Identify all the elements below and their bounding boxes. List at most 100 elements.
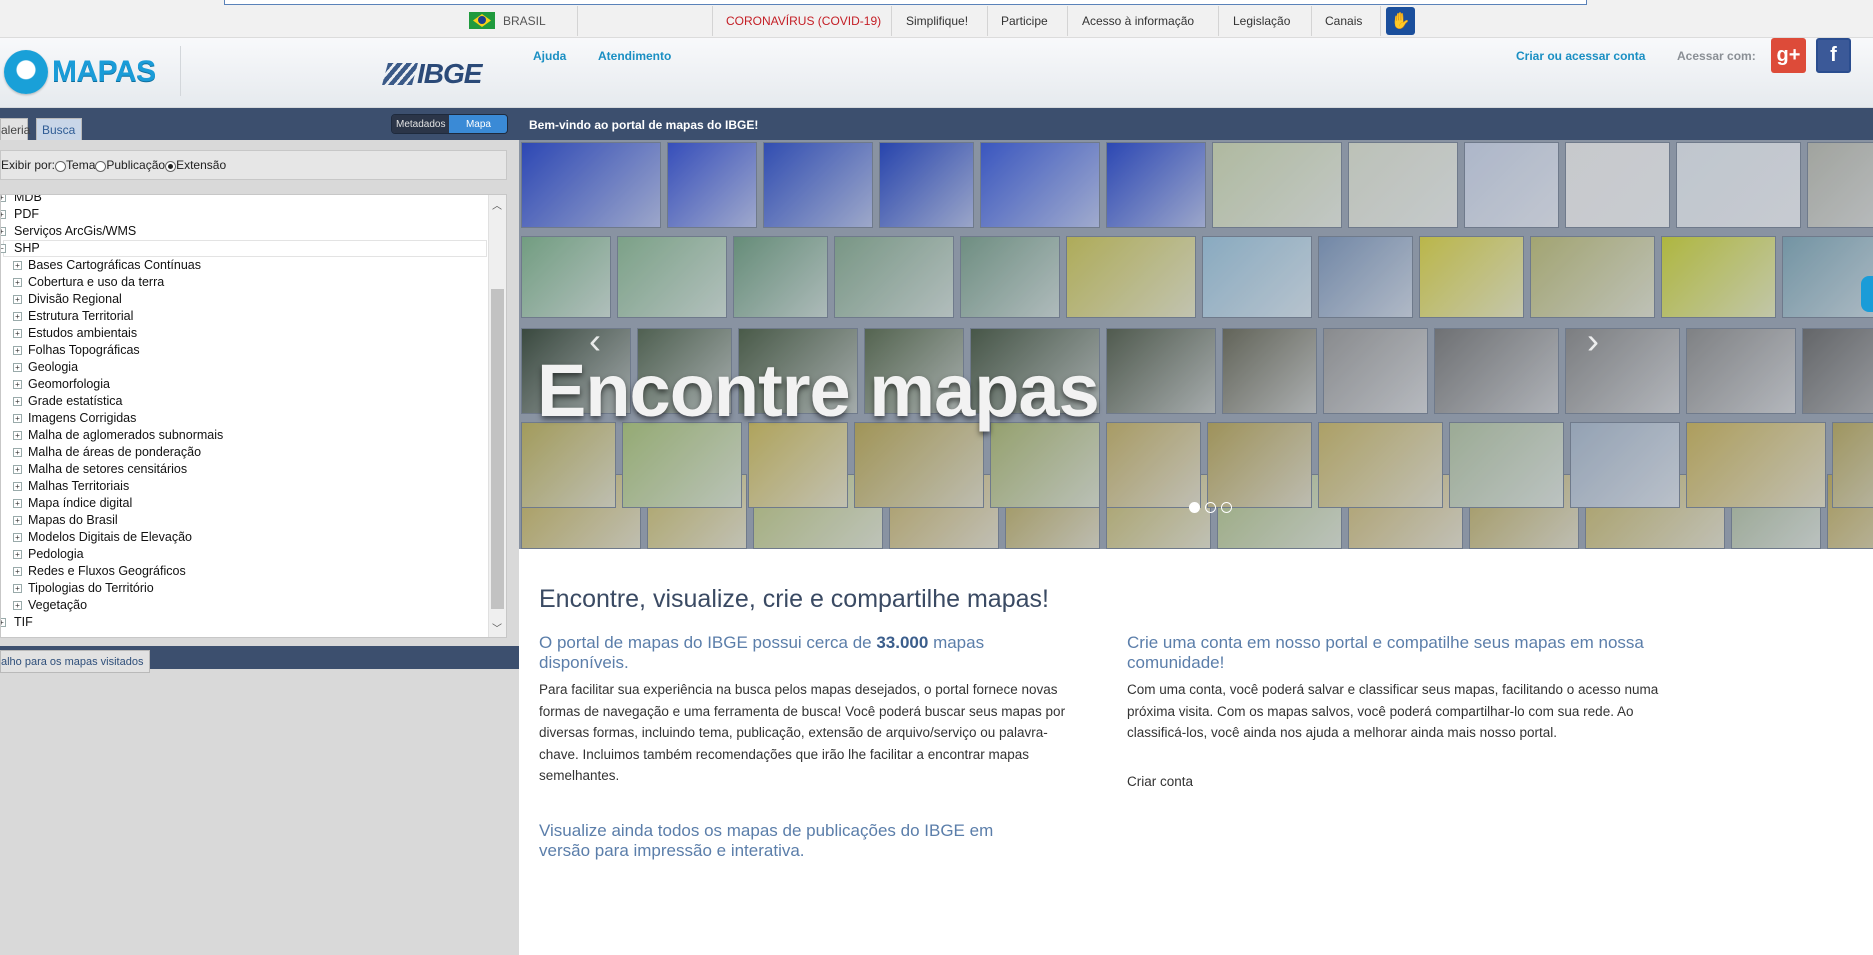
covid-link[interactable]: CORONAVÍRUS (COVID-19) <box>726 14 881 28</box>
tree-item-top[interactable]: −SHP <box>1 240 40 257</box>
tree-item-child[interactable]: + Imagens Corrigidas <box>13 410 136 427</box>
tree-item-top[interactable]: + PDF <box>1 206 39 223</box>
carousel-dot[interactable] <box>1221 502 1232 513</box>
tree-item-top[interactable]: + Serviços ArcGis/WMS <box>1 223 136 240</box>
ibge-logo[interactable]: IBGE <box>382 58 482 90</box>
side-feedback-tab[interactable] <box>1861 276 1873 312</box>
expand-icon[interactable]: + <box>13 516 22 525</box>
simplifique-link[interactable]: Simplifique! <box>906 14 968 28</box>
tree-item-child[interactable]: + Mapas do Brasil <box>13 512 118 529</box>
facebook-button[interactable]: f <box>1816 38 1851 73</box>
tree-item-child[interactable]: + Estrutura Territorial <box>13 308 133 325</box>
expand-icon[interactable]: + <box>13 431 22 440</box>
mapa-toggle[interactable]: Mapa <box>449 115 508 133</box>
carousel-dot[interactable] <box>1205 502 1216 513</box>
carousel-indicators <box>1189 502 1232 513</box>
legislacao-link[interactable]: Legislação <box>1233 14 1290 28</box>
expand-icon[interactable]: + <box>13 567 22 576</box>
tree-item-top[interactable]: + MDB <box>1 195 42 206</box>
help-link[interactable]: Ajuda <box>533 49 566 63</box>
tree-item-child[interactable]: + Malha de áreas de ponderação <box>13 444 201 461</box>
intro-content: Encontre, visualize, crie e compartilhe … <box>519 549 1873 955</box>
canais-link[interactable]: Canais <box>1325 14 1362 28</box>
carousel-next-icon[interactable]: › <box>1587 320 1599 362</box>
expand-icon[interactable]: + <box>1 618 6 627</box>
radio-publicacao[interactable] <box>95 160 107 172</box>
tree-item-child[interactable]: + Vegetação <box>13 597 87 614</box>
tree-item-child[interactable]: + Malha de setores censitários <box>13 461 187 478</box>
tree-item-child[interactable]: + Estudos ambientais <box>13 325 137 342</box>
radio-extensao-label[interactable]: Extensão <box>176 158 226 172</box>
tree-item-child[interactable]: + Folhas Topográficas <box>13 342 140 359</box>
accessibility-icon[interactable]: ✋ <box>1386 7 1415 35</box>
expand-icon[interactable]: + <box>1 227 6 236</box>
expand-icon[interactable]: + <box>13 414 22 423</box>
carousel-prev-icon[interactable]: ‹ <box>589 320 601 362</box>
scroll-up-icon[interactable]: ︿ <box>492 197 502 212</box>
expand-icon[interactable]: + <box>13 584 22 593</box>
tree-item-child[interactable]: + Cobertura e uso da terra <box>13 274 164 291</box>
radio-tema-label[interactable]: Tema <box>66 158 95 172</box>
create-account-button[interactable]: Criar conta <box>1127 774 1193 789</box>
expand-icon[interactable]: + <box>13 363 22 372</box>
acesso-informacao-link[interactable]: Acesso à informação <box>1082 14 1194 28</box>
tree-item-child[interactable]: + Mapa índice digital <box>13 495 132 512</box>
expand-icon[interactable]: + <box>13 397 22 406</box>
tree-item-child[interactable]: + Bases Cartográficas Contínuas <box>13 257 201 274</box>
tree-item-child[interactable]: + Malha de aglomerados subnormais <box>13 427 223 444</box>
tree-item-child[interactable]: + Geomorfologia <box>13 376 110 393</box>
expand-icon[interactable]: + <box>13 601 22 610</box>
brasil-link[interactable]: BRASIL <box>469 12 546 29</box>
tree-item-label: Bases Cartográficas Contínuas <box>28 258 202 272</box>
tree-item-child[interactable]: + Modelos Digitais de Elevação <box>13 529 192 546</box>
expand-icon[interactable]: + <box>13 499 22 508</box>
metadados-toggle[interactable]: Metadados <box>392 115 450 133</box>
expand-icon[interactable]: + <box>13 448 22 457</box>
tree-item-top[interactable]: + TIF <box>1 614 33 631</box>
scroll-down-icon[interactable]: ﹀ <box>492 620 502 635</box>
expand-icon[interactable]: + <box>13 278 22 287</box>
expand-icon[interactable]: + <box>13 329 22 338</box>
radio-extensao[interactable] <box>165 160 177 172</box>
tree-item-child[interactable]: + Redes e Fluxos Geográficos <box>13 563 186 580</box>
expand-icon[interactable]: + <box>13 533 22 542</box>
tree-scrollbar[interactable]: ︿ ﹀ <box>488 195 506 637</box>
create-account-heading: Crie uma conta em nosso portal e compati… <box>1127 633 1644 672</box>
expand-icon[interactable]: + <box>13 550 22 559</box>
tab-busca[interactable]: Busca <box>36 118 82 140</box>
expand-icon[interactable]: + <box>13 380 22 389</box>
create-account-link[interactable]: Criar ou acessar conta <box>1516 49 1645 63</box>
tree-item-label: Mapas do Brasil <box>28 513 118 527</box>
hero-carousel[interactable]: Encontre mapas ‹ › <box>519 140 1873 549</box>
tree-item-label: Folhas Topográficas <box>28 343 140 357</box>
expand-icon[interactable]: + <box>13 482 22 491</box>
tab-galeria[interactable]: aleria <box>0 118 30 140</box>
scroll-thumb[interactable] <box>491 289 504 609</box>
tree-item-child[interactable]: + Tipologias do Território <box>13 580 154 597</box>
radio-publicacao-label[interactable]: Publicação <box>106 158 165 172</box>
participe-link[interactable]: Participe <box>1001 14 1048 28</box>
publications-link-heading[interactable]: Visualize ainda todos os mapas de public… <box>539 821 1039 861</box>
tree-item-child[interactable]: + Grade estatística <box>13 393 123 410</box>
tree-item-child[interactable]: + Divisão Regional <box>13 291 122 308</box>
expand-icon[interactable]: + <box>13 261 22 270</box>
display-by-filter: Exibir por: Tema Publicação Extensão <box>0 150 507 180</box>
support-link[interactable]: Atendimento <box>598 49 671 63</box>
tree-item-child[interactable]: + Pedologia <box>13 546 84 563</box>
tree-item-child[interactable]: + Geologia <box>13 359 78 376</box>
mapas-logo[interactable]: MAPAS <box>4 50 156 94</box>
expand-icon[interactable]: + <box>13 465 22 474</box>
left-tabs-bar: aleria Busca Metadados Mapa <box>0 108 519 140</box>
expand-icon[interactable]: + <box>1 210 6 219</box>
expand-icon[interactable]: − <box>1 244 6 253</box>
visited-maps-tab[interactable]: alho para os mapas visitados <box>0 650 151 673</box>
expand-icon[interactable]: + <box>13 312 22 321</box>
tree-item-label: PDF <box>14 207 39 221</box>
expand-icon[interactable]: + <box>1 195 6 202</box>
expand-icon[interactable]: + <box>13 295 22 304</box>
expand-icon[interactable]: + <box>13 346 22 355</box>
google-plus-button[interactable]: g+ <box>1771 38 1806 73</box>
carousel-dot[interactable] <box>1189 502 1200 513</box>
radio-tema[interactable] <box>55 160 67 172</box>
tree-item-child[interactable]: + Malhas Territoriais <box>13 478 129 495</box>
